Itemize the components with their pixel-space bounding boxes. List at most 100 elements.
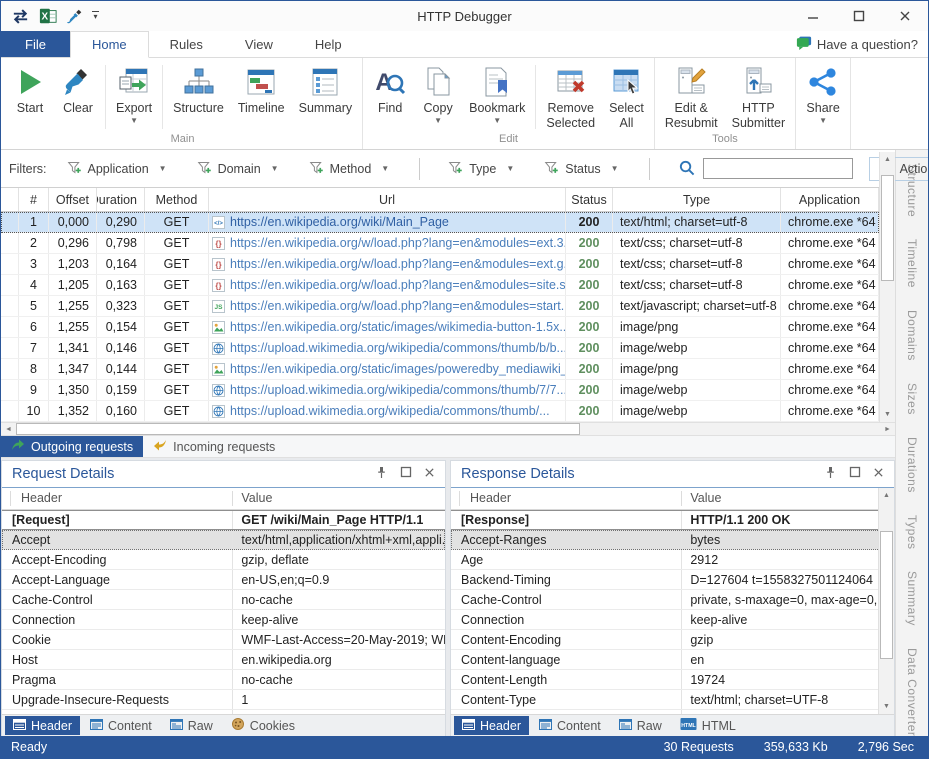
scroll-left-icon[interactable]: ◄ [1, 423, 16, 435]
app-logo-icon[interactable] [11, 7, 30, 26]
column-header-offset[interactable]: Offset [49, 188, 97, 211]
header-row[interactable]: Accept-Rangesbytes [451, 530, 894, 550]
close-panel-icon[interactable] [873, 466, 884, 482]
header-row[interactable]: Content-languageen [451, 650, 894, 670]
remove-selected-button[interactable]: Remove Selected [539, 63, 602, 133]
request-row[interactable]: 41,2050,163GET{}https://en.wikipedia.org… [1, 275, 879, 296]
maximize-panel-icon[interactable] [400, 466, 412, 482]
tab-header[interactable]: Header [454, 716, 529, 735]
minimize-button[interactable] [790, 1, 836, 31]
tab-content[interactable]: Content [82, 716, 160, 735]
header-row[interactable]: [Response]HTTP/1.1 200 OK [451, 510, 894, 530]
filter-status-button[interactable]: Status▼ [544, 160, 618, 178]
request-row[interactable]: 81,3470,144GEThttps://en.wikipedia.org/s… [1, 359, 879, 380]
export-button[interactable]: Export▼ [109, 63, 159, 127]
tab-header[interactable]: Header [5, 716, 80, 735]
header-row[interactable]: Accepttext/html,application/xhtml+xml,ap… [2, 530, 445, 550]
http-submitter-button[interactable]: HTTP Submitter [725, 63, 793, 133]
find-button[interactable]: AFind [366, 63, 414, 118]
scroll-up-icon[interactable]: ▲ [880, 152, 895, 167]
column-header-type[interactable]: Type [613, 188, 781, 211]
menu-tab-home[interactable]: Home [70, 31, 149, 58]
clear-button[interactable]: Clear [54, 63, 102, 118]
filter-domain-button[interactable]: Domain▼ [197, 160, 279, 178]
header-row[interactable]: Backend-TimingD=127604 t=155832750112406… [451, 570, 894, 590]
request-row[interactable]: 71,3410,146GEThttps://upload.wikimedia.o… [1, 338, 879, 359]
close-panel-icon[interactable] [424, 466, 435, 482]
requests-vertical-scrollbar[interactable]: ▲ ▼ [879, 152, 895, 422]
scroll-right-icon[interactable]: ► [880, 423, 895, 435]
request-row[interactable]: 51,2550,323GETJShttps://en.wikipedia.org… [1, 296, 879, 317]
request-row[interactable]: 91,3500,159GEThttps://upload.wikimedia.o… [1, 380, 879, 401]
qat-customize-icon[interactable]: ▾ [92, 11, 99, 21]
requests-horizontal-scrollbar[interactable]: ◄ ► [1, 422, 895, 436]
column-header-[interactable]: # [19, 188, 49, 211]
scroll-thumb[interactable] [881, 175, 894, 281]
header-row[interactable]: Hosten.wikipedia.org [2, 650, 445, 670]
menu-tab-file[interactable]: File [1, 31, 70, 57]
tab-html[interactable]: HTMLHTML [672, 716, 744, 735]
header-row[interactable]: Upgrade-Insecure-Requests1 [2, 690, 445, 710]
header-row[interactable]: [Request]GET /wiki/Main_Page HTTP/1.1 [2, 510, 445, 530]
maximize-panel-icon[interactable] [849, 466, 861, 482]
edit-resubmit-button[interactable]: Edit & Resubmit [658, 63, 725, 133]
menu-tab-rules[interactable]: Rules [149, 31, 224, 57]
header-row[interactable]: Content-Length19724 [451, 670, 894, 690]
header-row[interactable]: Content-Typetext/html; charset=UTF-8 [451, 690, 894, 710]
excel-export-icon[interactable]: X [39, 7, 57, 25]
request-row[interactable]: 20,2960,798GET{}https://en.wikipedia.org… [1, 233, 879, 254]
header-row[interactable]: Accept-Encodinggzip, deflate [2, 550, 445, 570]
sidebar-tab-timeline[interactable]: Timeline [905, 239, 919, 288]
share-button[interactable]: Share▼ [799, 63, 847, 127]
sidebar-tab-data-converter[interactable]: Data Converter [905, 648, 919, 736]
summary-button[interactable]: Summary [292, 63, 359, 118]
pin-icon[interactable] [824, 466, 837, 483]
column-header-application[interactable]: Application [781, 188, 879, 211]
scroll-down-icon[interactable]: ▼ [880, 407, 895, 422]
tab-raw[interactable]: Raw [611, 716, 670, 735]
scroll-up-icon[interactable]: ▲ [879, 488, 894, 503]
scroll-thumb[interactable] [880, 531, 893, 659]
header-row[interactable]: Connectionkeep-alive [2, 610, 445, 630]
search-input[interactable] [703, 158, 853, 179]
scroll-down-icon[interactable]: ▼ [879, 699, 894, 714]
actions-button[interactable]: Actions ▼ [869, 157, 929, 181]
header-row[interactable]: CookieWMF-Last-Access=20-May-2019; WM... [2, 630, 445, 650]
filter-application-button[interactable]: Application▼ [67, 160, 167, 178]
column-header-method[interactable]: Method [145, 188, 209, 211]
column-header-header[interactable]: Header [459, 491, 681, 506]
structure-button[interactable]: Structure [166, 63, 231, 118]
sidebar-tab-sizes[interactable]: Sizes [905, 383, 919, 415]
header-row[interactable]: Pragmano-cache [2, 670, 445, 690]
column-header-duration[interactable]: Duration [97, 188, 145, 211]
column-header-header[interactable]: Header [10, 491, 232, 506]
maximize-button[interactable] [836, 1, 882, 31]
tab-content[interactable]: Content [531, 716, 609, 735]
header-row[interactable]: Connectionkeep-alive [451, 610, 894, 630]
sidebar-tab-domains[interactable]: Domains [905, 310, 919, 361]
header-row[interactable]: User-AgentMozilla/5.0 (Windows NT 10.0; … [2, 710, 445, 714]
tab-raw[interactable]: Raw [162, 716, 221, 735]
request-row[interactable]: 31,2030,164GET{}https://en.wikipedia.org… [1, 254, 879, 275]
sidebar-tab-durations[interactable]: Durations [905, 437, 919, 493]
column-header-value[interactable]: Value [232, 491, 445, 506]
header-row[interactable]: Cache-Controlno-cache [2, 590, 445, 610]
menu-tab-view[interactable]: View [224, 31, 294, 57]
filter-type-button[interactable]: Type▼ [448, 160, 514, 178]
request-row[interactable]: 10,0000,290GET</>https://en.wikipedia.or… [1, 212, 879, 233]
select-all-button[interactable]: Select All [602, 63, 651, 133]
tab-cookies[interactable]: Cookies [223, 716, 303, 735]
copy-button[interactable]: Copy▼ [414, 63, 462, 127]
close-button[interactable] [882, 1, 928, 31]
details-vertical-scrollbar[interactable]: ▲▼ [878, 488, 894, 714]
column-header-url[interactable]: Url [209, 188, 566, 211]
header-row[interactable]: Content-Encodinggzip [451, 630, 894, 650]
column-header-value[interactable]: Value [681, 491, 894, 506]
request-row[interactable]: 101,3520,160GEThttps://upload.wikimedia.… [1, 401, 879, 422]
start-button[interactable]: Start [6, 63, 54, 118]
timeline-button[interactable]: Timeline [231, 63, 292, 118]
tab-outgoing-requests[interactable]: Outgoing requests [1, 436, 143, 457]
header-row[interactable]: Age2912 [451, 550, 894, 570]
clear-quick-icon[interactable] [66, 8, 83, 25]
filter-method-button[interactable]: Method▼ [309, 160, 390, 178]
